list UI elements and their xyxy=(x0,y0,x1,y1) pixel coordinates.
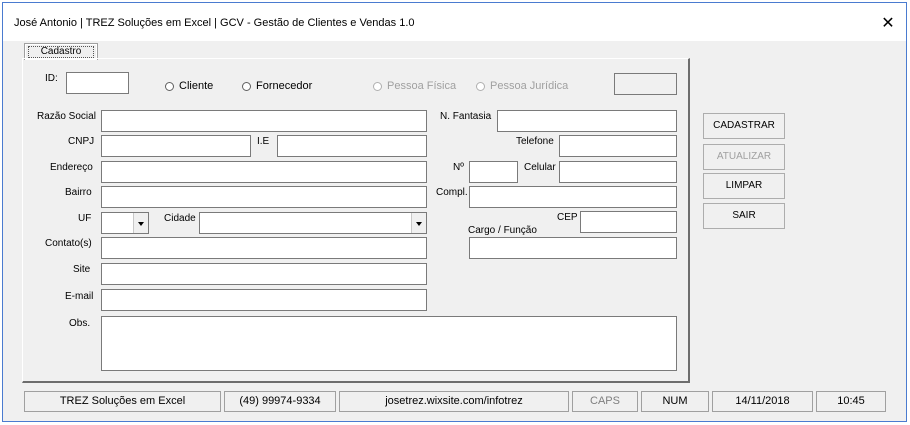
email-label: E-mail xyxy=(65,291,94,302)
compl-label: Compl. xyxy=(436,187,468,198)
status-num: NUM xyxy=(641,391,709,412)
cep-label: CEP xyxy=(557,212,578,223)
status-caps: CAPS xyxy=(572,391,638,412)
contato-field[interactable] xyxy=(101,237,427,259)
radio-pessoa-fisica[interactable]: Pessoa Física xyxy=(373,80,456,92)
razao-social-field[interactable] xyxy=(101,110,427,132)
ie-field[interactable] xyxy=(277,135,427,157)
uf-select[interactable] xyxy=(101,212,149,234)
uf-label: UF xyxy=(78,213,92,224)
radio-cliente-icon xyxy=(165,81,174,91)
site-field[interactable] xyxy=(101,263,427,285)
status-phone: (49) 99974-9334 xyxy=(224,391,336,412)
id-label: ID: xyxy=(45,73,58,84)
radio-pessoa-juridica[interactable]: Pessoa Jurídica xyxy=(476,80,568,92)
tab-focus-rect xyxy=(28,46,94,58)
status-website: josetrez.wixsite.com/infotrez xyxy=(339,391,569,412)
numero-field[interactable] xyxy=(469,161,518,183)
radio-cliente-label: Cliente xyxy=(179,80,214,92)
cnpj-label: CNPJ xyxy=(68,136,95,147)
celular-label: Celular xyxy=(524,162,556,173)
n-fantasia-field[interactable] xyxy=(497,110,677,132)
radio-pessoa-juridica-label: Pessoa Jurídica xyxy=(490,80,569,92)
razao-social-label: Razão Social xyxy=(37,111,96,122)
atualizar-button[interactable]: ATUALIZAR xyxy=(703,144,785,170)
cidade-chevron-down-icon[interactable] xyxy=(411,213,426,233)
status-time: 10:45 xyxy=(816,391,886,412)
limpar-button[interactable]: LIMPAR xyxy=(703,173,785,199)
endereco-label: Endereço xyxy=(50,162,93,173)
window-title: José Antonio | TREZ Soluções em Excel | … xyxy=(14,17,415,29)
compl-field[interactable] xyxy=(469,186,677,208)
cidade-label: Cidade xyxy=(164,213,196,224)
bairro-field[interactable] xyxy=(101,186,427,208)
id-field[interactable] xyxy=(66,72,129,94)
radio-pessoa-juridica-icon xyxy=(476,81,485,91)
obs-textarea[interactable] xyxy=(101,316,677,371)
radio-fornecedor[interactable]: Fornecedor xyxy=(242,80,312,92)
cnpj-field[interactable] xyxy=(101,135,251,157)
contato-label: Contato(s) xyxy=(45,238,92,249)
radio-fornecedor-label: Fornecedor xyxy=(256,80,313,92)
email-field[interactable] xyxy=(101,289,427,311)
radio-fornecedor-icon xyxy=(242,81,251,91)
telefone-label: Telefone xyxy=(516,136,554,147)
ie-label: I.E xyxy=(257,136,270,147)
sair-button[interactable]: SAIR xyxy=(703,203,785,229)
cidade-select[interactable] xyxy=(199,212,427,234)
telefone-field[interactable] xyxy=(559,135,677,157)
radio-pessoa-fisica-label: Pessoa Física xyxy=(387,80,457,92)
cargo-field[interactable] xyxy=(469,237,677,259)
bairro-label: Bairro xyxy=(65,187,92,198)
status-box xyxy=(614,73,677,95)
uf-chevron-down-icon[interactable] xyxy=(133,213,148,233)
site-label: Site xyxy=(73,264,91,275)
cadastrar-button[interactable]: CADASTRAR xyxy=(703,113,785,139)
status-date: 14/11/2018 xyxy=(712,391,813,412)
cep-field[interactable] xyxy=(580,211,677,233)
title-bar: José Antonio | TREZ Soluções em Excel | … xyxy=(3,3,906,41)
radio-cliente[interactable]: Cliente xyxy=(165,80,213,92)
radio-pessoa-fisica-icon xyxy=(373,81,382,91)
endereco-field[interactable] xyxy=(101,161,427,183)
obs-label: Obs. xyxy=(69,318,91,329)
status-company: TREZ Soluções em Excel xyxy=(24,391,221,412)
close-icon[interactable]: ✕ xyxy=(876,11,900,35)
n-fantasia-label: N. Fantasia xyxy=(440,111,492,122)
celular-field[interactable] xyxy=(559,161,677,183)
cargo-label: Cargo / Função xyxy=(468,225,537,236)
numero-label: Nº xyxy=(453,162,464,173)
